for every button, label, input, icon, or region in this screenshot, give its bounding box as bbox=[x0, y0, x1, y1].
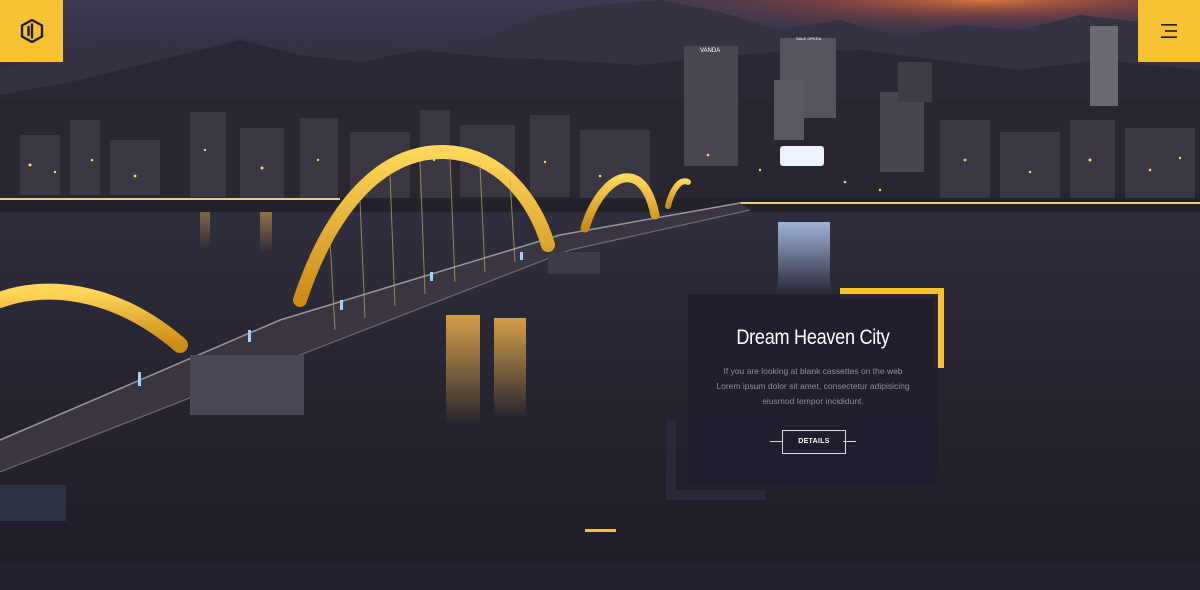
city-bridge-scene: VANDA SALE OPERA bbox=[0, 0, 1200, 562]
details-line-right bbox=[843, 441, 856, 442]
card-description: If you are looking at blank cassettes on… bbox=[716, 366, 910, 406]
page: VANDA SALE OPERA Dream Heaven City If yo… bbox=[0, 0, 1200, 590]
menu-button[interactable] bbox=[1138, 0, 1200, 62]
vanda-sign: VANDA bbox=[700, 48, 720, 54]
hamburger-menu-icon bbox=[1161, 24, 1177, 38]
hero-background: VANDA SALE OPERA bbox=[0, 0, 1200, 562]
slider-indicator-active[interactable] bbox=[585, 529, 616, 532]
bracket-logo-icon bbox=[20, 19, 43, 43]
logo-button[interactable] bbox=[0, 0, 63, 62]
opera-sign: SALE OPERA bbox=[796, 36, 822, 41]
footer-strip bbox=[0, 562, 1200, 590]
info-card: Dream Heaven City If you are looking at … bbox=[688, 294, 938, 484]
card-title: Dream Heaven City bbox=[736, 326, 890, 349]
details-button[interactable]: DETAILS bbox=[782, 430, 846, 454]
details-button-wrapper: DETAILS bbox=[770, 430, 856, 454]
info-card-wrapper: Dream Heaven City If you are looking at … bbox=[666, 288, 946, 502]
